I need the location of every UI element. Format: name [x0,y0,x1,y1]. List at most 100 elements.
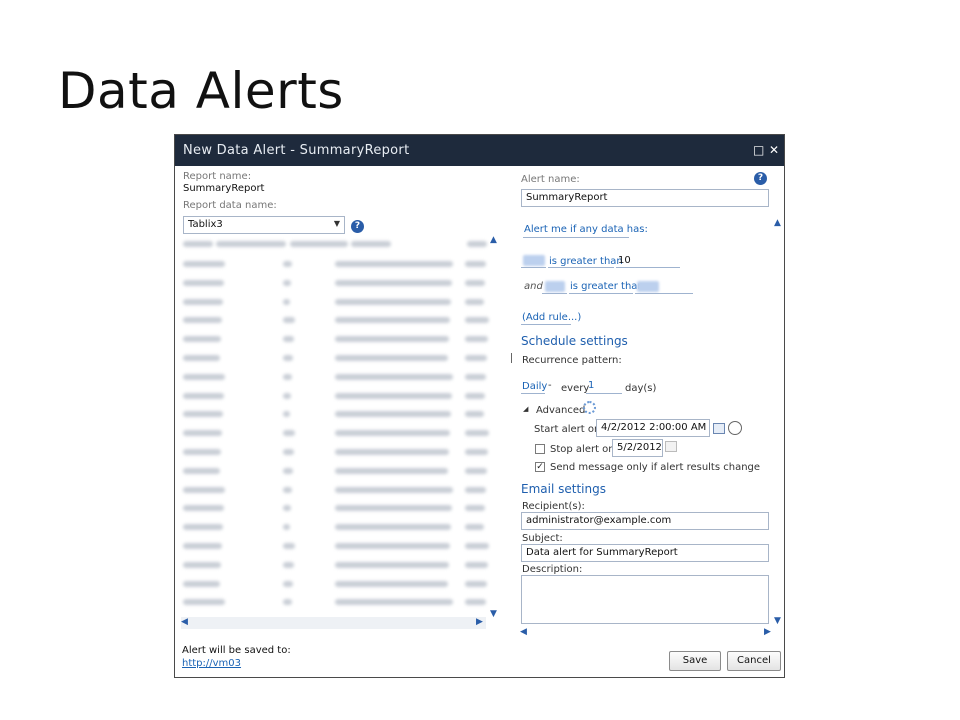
table-cell [283,411,290,418]
scroll-left-arrow[interactable]: ◀ [181,617,188,627]
table-cell [465,261,486,267]
table-cell [335,355,448,361]
table-cell [283,261,292,267]
scroll-left-arrow[interactable]: ◀ [520,627,527,637]
subject-input[interactable]: Data alert for SummaryReport [521,544,769,562]
start-alert-input[interactable]: 4/2/2012 2:00:00 AM [596,419,710,437]
maximize-icon[interactable]: □ [753,135,764,166]
stop-alert-checkbox[interactable] [535,444,545,454]
table-cell [335,430,450,437]
report-data-select[interactable]: Tablix3 ▼ [183,216,345,234]
preview-header [183,241,213,247]
report-name-value: SummaryReport [183,183,265,194]
pane-splitter[interactable] [511,353,512,363]
table-cell [465,543,489,549]
recipients-input[interactable]: administrator@example.com [521,512,769,530]
table-cell [283,430,295,437]
rule2-value-underline [635,293,693,294]
chevron-down-icon[interactable]: ▼ [334,219,340,228]
table-cell [183,505,224,512]
alert-name-input[interactable]: SummaryReport [521,189,769,207]
help-icon[interactable]: ? [351,220,364,233]
rule2-operator[interactable]: is greater than [570,281,644,292]
table-cell [183,543,222,549]
alert-me-underline [523,237,629,238]
table-cell [465,373,486,380]
clock-icon[interactable] [728,421,742,435]
add-rule-underline [521,324,571,325]
horizontal-scrollbar[interactable]: ◀ ▶ [181,617,486,629]
scroll-right-arrow[interactable]: ▶ [476,617,483,627]
rule1-field-token[interactable] [523,255,545,266]
report-name-label: Report name: [183,171,252,182]
table-row [183,561,489,570]
table-cell [465,580,487,587]
rule2-and: and [524,281,543,292]
rule2-field-token[interactable] [545,281,565,292]
table-cell [183,580,220,587]
table-cell [465,336,488,343]
table-row [183,543,489,551]
table-cell [183,336,221,343]
recurrence-select[interactable]: Daily [522,381,547,392]
recurrence-dash: - [548,380,552,391]
preview-header [467,241,487,247]
table-cell [335,261,453,267]
calendar-icon[interactable] [713,423,725,434]
collapse-triangle-icon[interactable]: ◢ [523,405,528,413]
scroll-right-arrow[interactable]: ▶ [764,627,771,637]
table-row [183,524,489,532]
rule2-field-underline [542,293,567,294]
email-settings-heading: Email settings [521,482,606,496]
table-row [183,261,489,269]
days-label: day(s) [625,383,657,394]
saved-to-link[interactable]: http://vm03 [182,658,241,669]
add-rule-link[interactable]: (Add rule...) [522,312,581,323]
table-cell [465,392,485,399]
send-only-change-checkbox[interactable]: ✓ [535,462,545,472]
rule1-operator[interactable]: is greater than [549,256,623,267]
preview-header [216,241,286,247]
loading-spinner-icon [583,401,596,414]
table-cell [183,261,225,267]
save-button[interactable]: Save [669,651,721,671]
close-icon[interactable]: ✕ [769,135,779,166]
description-textarea[interactable] [521,575,769,624]
table-cell [183,449,221,455]
table-cell [465,599,486,606]
table-cell [183,279,224,286]
table-row [183,392,489,401]
advanced-toggle[interactable]: Advanced [536,405,585,416]
every-value-input[interactable]: 1 [588,380,594,391]
slide-title: Data Alerts [58,62,344,120]
table-cell [283,599,292,606]
rule1-value-underline [616,267,680,268]
table-cell [335,505,452,512]
table-cell [465,411,484,418]
right-horizontal-scrollbar[interactable]: ◀ ▶ [519,627,774,639]
table-cell [183,430,222,437]
help-icon[interactable]: ? [754,172,767,185]
saved-to-label: Alert will be saved to: [182,645,291,656]
stop-alert-input[interactable]: 5/2/2012 [612,439,663,457]
scroll-down-arrow[interactable]: ▼ [490,609,497,619]
table-row [183,373,489,382]
table-cell [283,355,293,361]
table-cell [183,317,222,324]
preview-header [351,241,391,247]
table-cell [465,317,489,324]
table-row [183,317,489,325]
table-row [183,355,489,363]
start-alert-label: Start alert on: [534,424,604,435]
scroll-up-arrow[interactable]: ▲ [774,218,781,228]
table-cell [183,486,225,493]
scroll-up-arrow[interactable]: ▲ [490,235,497,245]
rule1-value[interactable]: 10 [618,255,631,266]
rule2-value-token[interactable] [637,281,659,292]
cancel-button[interactable]: Cancel [727,651,781,671]
alert-me-link[interactable]: Alert me if any data has: [524,224,648,235]
every-value-underline [586,393,622,394]
scroll-down-arrow[interactable]: ▼ [774,616,781,626]
new-data-alert-dialog: New Data Alert - SummaryReport □ ✕ Repor… [174,134,785,678]
table-cell [183,298,223,305]
